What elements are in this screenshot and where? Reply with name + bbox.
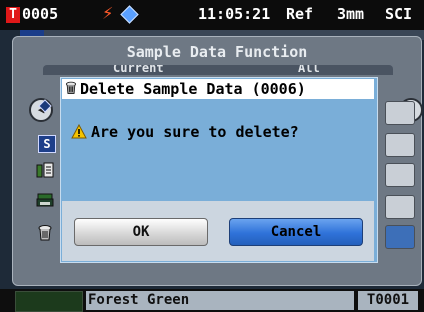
status-bar: T 0005 ⚡ 11:05:21 Ref 3mm SCI (0, 0, 424, 30)
confirm-message: Are you sure to delete? (91, 123, 299, 141)
aperture-size: 3mm (337, 5, 365, 23)
files-icon (33, 161, 57, 183)
tab-all[interactable]: All (298, 65, 320, 74)
sample-number: 0005 (22, 5, 59, 23)
function-button-2[interactable] (385, 133, 415, 157)
color-swatch (15, 291, 83, 312)
dialog-title-bar: Delete Sample Data (0006) (62, 79, 374, 99)
trash-icon (62, 80, 80, 101)
instrument-screen: T 0005 ⚡ 11:05:21 Ref 3mm SCI Sample Dat… (0, 0, 424, 312)
sample-name: Forest Green (86, 291, 354, 310)
function-button-1[interactable] (385, 101, 415, 125)
s-icon: S (38, 135, 56, 153)
function-button-3[interactable] (385, 163, 415, 187)
dialog-button-bar: OK Cancel (62, 201, 374, 261)
function-button-4[interactable] (385, 195, 415, 219)
confirm-message-row: Are you sure to delete? (71, 122, 299, 141)
bolt-icon: ⚡ (102, 2, 114, 24)
measurement-ref: Ref (286, 5, 314, 23)
specular-mode: SCI (385, 5, 413, 23)
target-id: T0001 (358, 291, 418, 310)
dialog-title: Delete Sample Data (0006) (80, 80, 306, 98)
panel-title: Sample Data Function (126, 43, 308, 61)
bottom-bar: Forest Green T0001 (0, 289, 424, 312)
tag-icon (33, 97, 57, 119)
diamond-icon (120, 5, 139, 24)
cancel-button[interactable]: Cancel (229, 218, 363, 246)
tab-strip: Current All (43, 65, 393, 75)
function-button-5[interactable] (385, 225, 415, 249)
target-badge: T (6, 7, 20, 23)
trash-icon (33, 223, 57, 245)
delete-confirm-dialog: Delete Sample Data (0006) Are you sure t… (60, 77, 378, 263)
ok-button[interactable]: OK (74, 218, 208, 246)
tab-current[interactable]: Current (113, 65, 164, 74)
warning-icon (71, 122, 91, 141)
printer-icon (33, 191, 57, 213)
clock-time: 11:05:21 (198, 5, 271, 23)
